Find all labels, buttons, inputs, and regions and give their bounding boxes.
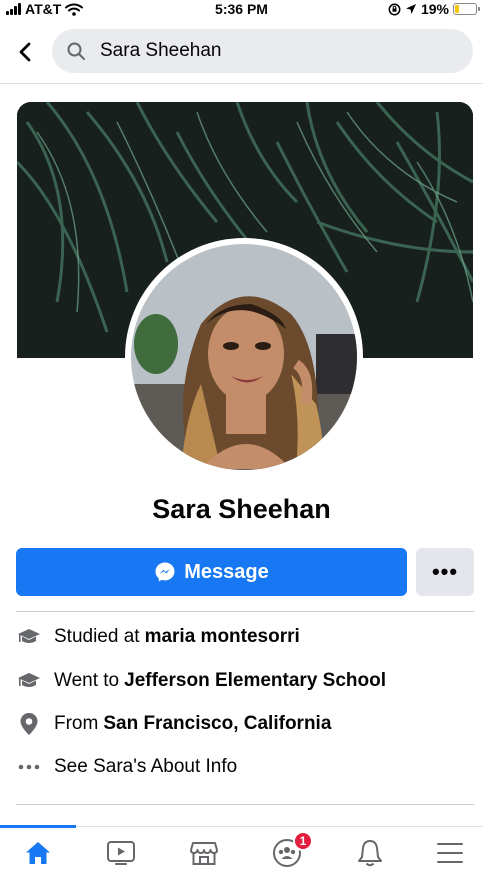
search-icon xyxy=(67,42,85,60)
chevron-left-icon xyxy=(19,42,31,62)
profile-picture[interactable] xyxy=(125,238,363,476)
tab-notifications[interactable] xyxy=(340,827,400,877)
portrait-image xyxy=(131,244,357,470)
top-nav: Sara Sheehan xyxy=(0,26,483,78)
search-input[interactable]: Sara Sheehan xyxy=(52,29,473,73)
message-button[interactable]: Message xyxy=(16,548,407,596)
status-right: 19% xyxy=(388,1,480,17)
tab-home[interactable] xyxy=(8,827,68,877)
more-dots-icon xyxy=(16,754,42,780)
graduation-cap-icon xyxy=(16,624,42,650)
home-icon xyxy=(26,841,50,864)
watch-icon xyxy=(107,840,135,865)
battery-icon xyxy=(453,3,480,15)
message-label: Message xyxy=(184,560,269,583)
battery-level xyxy=(455,5,459,13)
back-button[interactable] xyxy=(12,38,40,66)
location-arrow-icon xyxy=(405,4,416,14)
tab-marketplace[interactable] xyxy=(174,827,234,877)
info-row-education: Studied at maria montesorri xyxy=(16,622,474,652)
search-query: Sara Sheehan xyxy=(100,40,222,61)
menu-icon xyxy=(437,842,463,863)
location-pin-icon xyxy=(16,711,42,737)
see-about-info-link[interactable]: See Sara's About Info xyxy=(16,752,474,782)
info-value[interactable]: San Francisco, California xyxy=(103,713,331,735)
info-value[interactable]: Jefferson Elementary School xyxy=(124,670,386,692)
info-value[interactable]: maria montesorri xyxy=(145,626,300,648)
info-prefix: From xyxy=(54,713,99,734)
section-divider xyxy=(16,611,474,612)
notification-badge: 1 xyxy=(293,831,313,851)
avatar-photo xyxy=(131,244,357,470)
profile-name: Sara Sheehan xyxy=(152,494,331,524)
graduation-cap-icon xyxy=(16,668,42,694)
battery-percent: 19% xyxy=(420,1,449,17)
info-row-hometown: From San Francisco, California xyxy=(16,709,474,739)
nav-divider xyxy=(0,83,483,84)
orientation-lock-icon xyxy=(388,3,401,15)
notifications-icon xyxy=(358,839,382,866)
tab-menu[interactable] xyxy=(420,827,480,877)
bottom-tab-bar: 1 xyxy=(0,825,483,877)
section-divider xyxy=(16,804,474,805)
info-prefix: Went to xyxy=(54,670,120,691)
see-about-label: See Sara's About Info xyxy=(54,756,238,777)
tab-watch[interactable] xyxy=(91,827,151,877)
tab-groups[interactable]: 1 xyxy=(257,827,317,877)
messenger-icon xyxy=(155,562,175,582)
info-row-school: Went to Jefferson Elementary School xyxy=(16,666,474,696)
more-dots-icon: ••• xyxy=(431,559,459,584)
status-bar: AT&T 5:36 PM 19% xyxy=(0,0,483,20)
info-prefix: Studied at xyxy=(54,626,140,647)
marketplace-icon xyxy=(190,841,218,865)
more-options-button[interactable]: ••• xyxy=(416,548,474,596)
